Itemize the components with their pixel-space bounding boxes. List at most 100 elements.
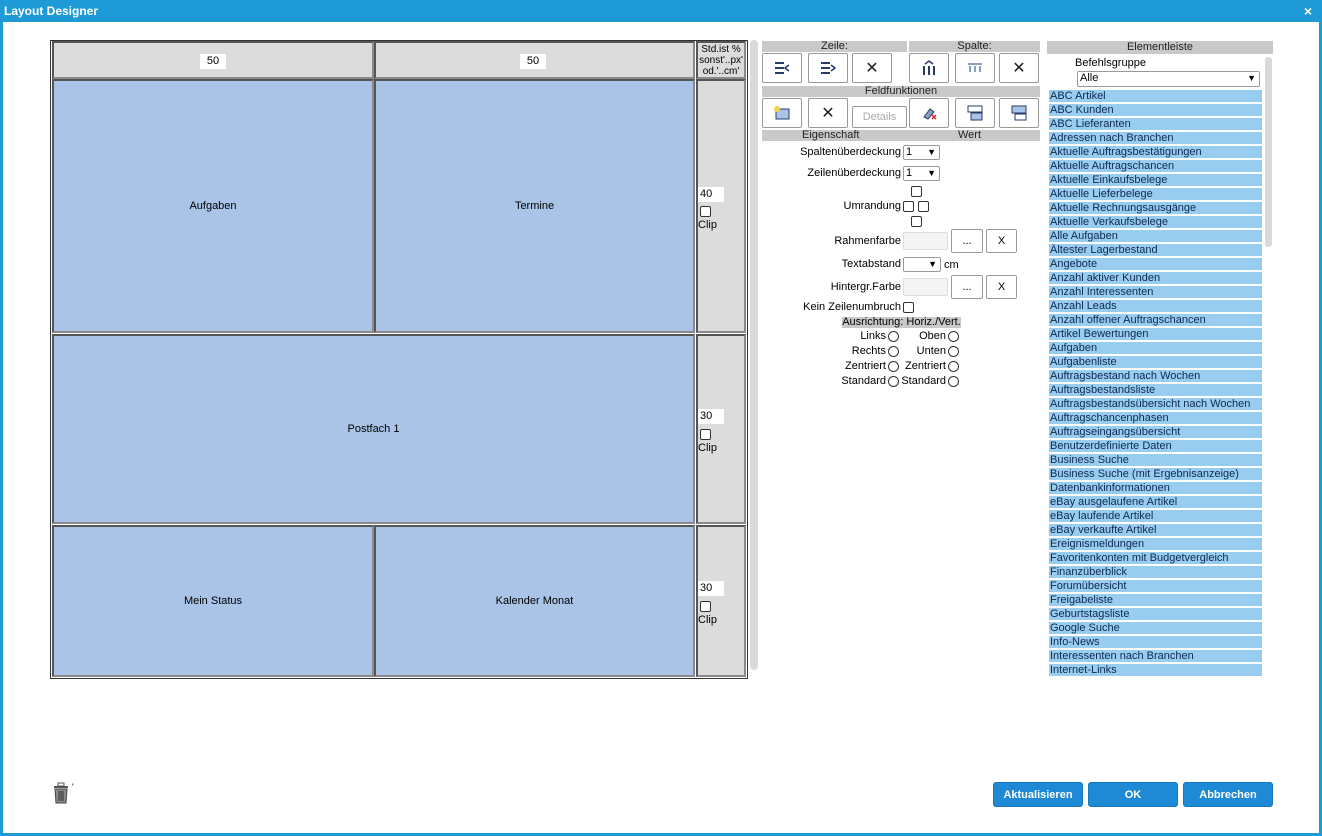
element-list-item[interactable]: eBay ausgelaufene Artikel xyxy=(1049,496,1262,509)
insert-column-after-button[interactable] xyxy=(955,53,995,83)
border-left-checkbox[interactable] xyxy=(903,201,914,212)
clip-checkbox-3[interactable] xyxy=(700,601,711,612)
border-right-checkbox[interactable] xyxy=(918,201,929,212)
element-list-item[interactable]: Internet-Links xyxy=(1049,664,1262,677)
layout-cell-mein-status[interactable]: Mein Status xyxy=(52,525,374,677)
grid-scrollbar[interactable] xyxy=(750,40,758,670)
element-list-item[interactable]: Anzahl offener Auftragschancen xyxy=(1049,314,1262,327)
element-list-item[interactable]: Aktuelle Einkaufsbelege xyxy=(1049,174,1262,187)
row-height-input-1[interactable]: 40 xyxy=(698,187,724,202)
element-list-item[interactable]: Angebote xyxy=(1049,258,1262,271)
element-list-item[interactable]: Freigabeliste xyxy=(1049,594,1262,607)
rahmenfarbe-clear-button[interactable]: X xyxy=(986,229,1017,253)
layout-cell-termine[interactable]: Termine xyxy=(374,79,695,333)
element-list-item[interactable]: Anzahl aktiver Kunden xyxy=(1049,272,1262,285)
row-height-input-2[interactable]: 30 xyxy=(698,409,724,424)
element-list-item[interactable]: Auftragsbestandsliste xyxy=(1049,384,1262,397)
zeilenueberdeckung-select[interactable]: 1 ▼ xyxy=(903,166,940,181)
hintergrfarbe-swatch[interactable] xyxy=(903,278,948,296)
ok-button[interactable]: OK xyxy=(1088,782,1178,807)
rahmenfarbe-picker-button[interactable]: ... xyxy=(951,229,983,253)
clip-checkbox-2[interactable] xyxy=(700,429,711,440)
element-list-item[interactable]: Anzahl Interessenten xyxy=(1049,286,1262,299)
aktualisieren-button[interactable]: Aktualisieren xyxy=(993,782,1083,807)
element-list-item[interactable]: Ältester Lagerbestand xyxy=(1049,244,1262,257)
details-button[interactable]: Details xyxy=(852,106,907,128)
element-list-item[interactable]: Aktuelle Auftragschancen xyxy=(1049,160,1262,173)
insert-row-after-icon xyxy=(821,62,837,74)
element-list-item[interactable]: Alle Aufgaben xyxy=(1049,230,1262,243)
element-list-item[interactable]: Aktuelle Auftragsbestätigungen xyxy=(1049,146,1262,159)
layout-cell-kalender[interactable]: Kalender Monat xyxy=(374,525,695,677)
elementleiste-scrollbar[interactable] xyxy=(1265,57,1272,247)
element-list-item[interactable]: Aktuelle Rechnungsausgänge xyxy=(1049,202,1262,215)
zeilenueberdeckung-value: 1 xyxy=(906,167,913,179)
insert-column-before-button[interactable] xyxy=(909,53,949,83)
clip-checkbox-1[interactable] xyxy=(700,206,711,217)
textabstand-select[interactable]: ▼ xyxy=(903,257,941,272)
column-width-input-1[interactable]: 50 xyxy=(200,54,226,69)
element-list-item[interactable]: Interessenten nach Branchen xyxy=(1049,650,1262,663)
align-h-standard-radio[interactable] xyxy=(888,376,899,387)
element-list-item[interactable]: Artikel Bewertungen xyxy=(1049,328,1262,341)
hintergrfarbe-picker-button[interactable]: ... xyxy=(951,275,983,299)
clear-field-button[interactable] xyxy=(909,98,949,128)
element-list-item[interactable]: ABC Artikel xyxy=(1049,90,1262,103)
move-field-up-button[interactable] xyxy=(999,98,1039,128)
element-list-item[interactable]: Google Suche xyxy=(1049,622,1262,635)
align-v-zentriert-radio[interactable] xyxy=(948,361,959,372)
element-list-item[interactable]: eBay laufende Artikel xyxy=(1049,510,1262,523)
layout-cell-postfach[interactable]: Postfach 1 xyxy=(52,334,695,524)
border-top-checkbox[interactable] xyxy=(911,186,922,197)
row-height-input-3[interactable]: 30 xyxy=(698,581,724,596)
element-list-item[interactable]: ABC Kunden xyxy=(1049,104,1262,117)
delete-field-button[interactable]: ✕ xyxy=(808,98,848,128)
element-list-item[interactable]: Aktuelle Lieferbelege xyxy=(1049,188,1262,201)
insert-row-before-button[interactable] xyxy=(762,53,802,83)
rahmenfarbe-swatch[interactable] xyxy=(903,232,948,250)
layout-cell-aufgaben[interactable]: Aufgaben xyxy=(52,79,374,333)
align-rechts-radio[interactable] xyxy=(888,346,899,357)
element-list-item[interactable]: Auftragschancenphasen xyxy=(1049,412,1262,425)
element-list-item[interactable]: Auftragsbestand nach Wochen xyxy=(1049,370,1262,383)
delete-row-button[interactable]: ✕ xyxy=(852,53,892,83)
element-list-item[interactable]: ABC Lieferanten xyxy=(1049,118,1262,131)
move-field-down-button[interactable] xyxy=(955,98,995,128)
hintergrfarbe-clear-button[interactable]: X xyxy=(986,275,1017,299)
element-list-item[interactable]: Benutzerdefinierte Daten xyxy=(1049,440,1262,453)
element-list-item[interactable]: Aktuelle Verkaufsbelege xyxy=(1049,216,1262,229)
element-list-item[interactable]: Business Suche (mit Ergebnisanzeige) xyxy=(1049,468,1262,481)
kein-zeilenumbruch-checkbox[interactable] xyxy=(903,302,914,313)
border-bottom-checkbox[interactable] xyxy=(911,216,922,227)
close-icon[interactable]: × xyxy=(1300,0,1316,22)
align-links-radio[interactable] xyxy=(888,331,899,342)
delete-row-icon: ✕ xyxy=(865,60,879,77)
element-list-item[interactable]: Aufgabenliste xyxy=(1049,356,1262,369)
element-list-item[interactable]: Forumübersicht xyxy=(1049,580,1262,593)
insert-row-after-button[interactable] xyxy=(808,53,848,83)
element-list-item[interactable]: Ereignismeldungen xyxy=(1049,538,1262,551)
align-oben-radio[interactable] xyxy=(948,331,959,342)
delete-column-button[interactable]: ✕ xyxy=(999,53,1039,83)
column-width-input-2[interactable]: 50 xyxy=(520,54,546,69)
element-list-item[interactable]: Favoritenkonten mit Budgetvergleich xyxy=(1049,552,1262,565)
element-list-item[interactable]: Auftragseingangsübersicht xyxy=(1049,426,1262,439)
align-h-zentriert-radio[interactable] xyxy=(888,361,899,372)
element-list-item[interactable]: Aufgaben xyxy=(1049,342,1262,355)
spaltenueberdeckung-select[interactable]: 1 ▼ xyxy=(903,145,940,160)
trash-icon[interactable] xyxy=(51,782,71,807)
element-list-item[interactable]: Datenbankinformationen xyxy=(1049,482,1262,495)
befehlsgruppe-select[interactable]: Alle ▼ xyxy=(1077,71,1260,87)
element-list-item[interactable]: Info-News xyxy=(1049,636,1262,649)
element-list-item[interactable]: Finanzüberblick xyxy=(1049,566,1262,579)
element-list-item[interactable]: Geburtstagsliste xyxy=(1049,608,1262,621)
align-unten-radio[interactable] xyxy=(948,346,959,357)
align-v-standard-radio[interactable] xyxy=(948,376,959,387)
element-list-item[interactable]: eBay verkaufte Artikel xyxy=(1049,524,1262,537)
element-list-item[interactable]: Business Suche xyxy=(1049,454,1262,467)
abbrechen-button[interactable]: Abbrechen xyxy=(1183,782,1273,807)
element-list-item[interactable]: Auftragsbestandsübersicht nach Wochen xyxy=(1049,398,1262,411)
new-field-button[interactable] xyxy=(762,98,802,128)
element-list-item[interactable]: Anzahl Leads xyxy=(1049,300,1262,313)
element-list-item[interactable]: Adressen nach Branchen xyxy=(1049,132,1262,145)
